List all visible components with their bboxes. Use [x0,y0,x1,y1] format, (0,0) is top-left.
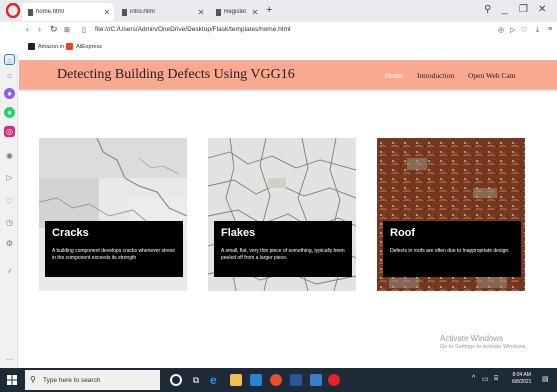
battery-icon[interactable]: ▭ [482,375,489,383]
flow-icon[interactable]: ▷ [510,26,515,34]
card-text: A small, flat, very thin piece of someth… [221,248,345,261]
messenger-icon[interactable]: ● [4,88,15,99]
card-cracks[interactable]: Cracks A building component develops cra… [39,138,187,291]
player-icon[interactable]: ◉ [4,150,15,161]
instagram-icon[interactable]: ◎ [4,126,15,137]
site-title: Detecting Building Defects Using VGG16 [57,67,295,82]
url-field[interactable]: file:///C:/Users/Admin/OneDrive/Desktop/… [95,26,290,33]
search-tabs-icon[interactable]: ⚲ [484,4,491,15]
windows-start-icon[interactable] [7,375,17,385]
card-title: Cracks [52,227,89,239]
tab-home[interactable]: home.html ✕ [22,3,114,21]
store-icon[interactable] [250,374,262,386]
chrome-icon[interactable] [270,374,282,386]
nav-introduction-link[interactable]: Introduction [417,71,454,80]
history-icon[interactable]: ◷ [4,217,15,228]
card-roof[interactable]: Roof Defects in roofs are often due to I… [377,138,525,291]
nav-webcam-link[interactable]: Open Web Cam [468,71,516,80]
bookmark-aliexpress[interactable]: AliExpress [66,43,102,50]
document-icon [28,8,33,16]
bookmark-label: AliExpress [76,43,102,50]
cortana-icon[interactable] [170,374,182,386]
address-bar: ‹ › ↻ ⊞ ▯ file:///C:/Users/Admin/OneDriv… [0,22,557,40]
card-title: Roof [390,227,416,239]
flow-sidebar-icon[interactable]: ▷ [4,172,15,183]
navbar-shadow [19,89,557,92]
clock-time: 8:04 AM [512,372,531,378]
aliexpress-icon [66,43,73,50]
heart-icon[interactable]: ♡ [521,26,527,34]
speed-dial-icon[interactable]: ⊞ [64,26,70,34]
task-view-icon[interactable]: ⧉ [190,374,202,386]
watermark-subtitle: Go to Settings to activate Windows. [440,344,527,350]
watermark-title: Activate Windows [440,334,504,343]
document-icon [216,8,221,16]
whatsapp-icon[interactable]: ● [4,107,15,118]
download-icon[interactable]: ⤓ [536,26,539,34]
close-tab-icon[interactable]: ✕ [194,8,208,17]
card-text: Defects in roofs are often due to Inappr… [390,248,510,254]
bookmark-label: Amazon.in [38,43,64,50]
tray-chevron-icon[interactable]: ^ [472,375,475,382]
taskbar: ⚲ Type here to search ⧉ e ^ ▭ ⌸ 8:04 AM … [0,368,557,392]
pin-icon[interactable]: ♂ [4,266,15,277]
more-icon[interactable]: … [4,352,15,363]
bookmarks-bar: Amazon.in AliExpress [0,40,557,54]
clock-date: 6/8/2021 [512,379,532,385]
maximize-icon[interactable]: ❐ [519,4,528,15]
menu-icon[interactable]: ≡ [548,26,552,33]
card-flakes[interactable]: Flakes A small, flat, very thin piece of… [208,138,356,291]
card-caption: Cracks A building component develops cra… [45,221,183,277]
close-window-icon[interactable]: ✕ [538,4,546,15]
edge-icon[interactable]: e [210,374,222,386]
bookmarks-icon[interactable]: ♡ [4,196,15,207]
web-page: Detecting Building Defects Using VGG16 H… [19,54,557,368]
screen: home.html ✕ intro.html ✕ Register ✕ + ⚲ … [0,0,557,392]
activation-watermark: Activate Windows Go to Settings to activ… [440,334,527,350]
clock[interactable]: 8:04 AM 6/8/2021 [512,372,531,386]
tab-strip: home.html ✕ intro.html ✕ Register ✕ + ⚲ … [0,0,557,22]
bookmark-amazon[interactable]: Amazon.in [28,43,64,50]
tab-label: Register [224,9,247,15]
back-icon[interactable]: ‹ [26,24,29,34]
network-icon[interactable]: ⌸ [494,375,498,383]
amazon-icon [28,43,35,50]
minimize-icon[interactable]: _ [502,4,508,15]
site-navbar: Detecting Building Defects Using VGG16 H… [19,60,557,89]
browser-sidebar: ⌂ ⌂ ● ● ◎ ◉ ▷ ♡ ◷ ⚙ ♂ … [0,54,18,368]
tab-register[interactable]: Register ✕ [210,3,262,21]
notifications-icon[interactable]: ▤ [542,375,549,383]
settings-icon[interactable]: ⚙ [4,238,15,249]
card-caption: Roof Defects in roofs are often due to I… [383,221,521,277]
card-caption: Flakes A small, flat, very thin piece of… [214,221,352,277]
house-icon[interactable]: ⌂ [4,70,15,81]
search-placeholder: Type here to search [43,376,101,384]
reload-icon[interactable]: ↻ [50,24,58,35]
word-icon[interactable] [290,374,302,386]
tab-label: intro.html [130,9,155,15]
tab-label: home.html [36,9,65,15]
taskbar-search-input[interactable]: ⚲ Type here to search [25,370,160,390]
page-icon: ▯ [82,27,86,34]
tab-intro[interactable]: intro.html ✕ [116,3,208,21]
home-sidebar-icon[interactable]: ⌂ [4,54,15,65]
app-icon[interactable] [310,374,322,386]
card-title: Flakes [221,227,256,239]
new-tab-icon[interactable]: + [266,4,272,16]
opera-taskbar-icon[interactable] [328,374,340,386]
close-tab-icon[interactable]: ✕ [248,8,262,17]
file-explorer-icon[interactable] [230,374,242,386]
nav-home-link[interactable]: Home [385,71,403,80]
forward-icon[interactable]: › [38,24,41,34]
close-tab-icon[interactable]: ✕ [100,8,114,17]
card-text: A building component develops cracks whe… [52,248,175,261]
document-icon [122,8,127,16]
search-icon: ⚲ [30,375,36,384]
snapshot-icon[interactable]: ◎ [498,26,504,34]
opera-logo-icon[interactable] [6,3,20,18]
